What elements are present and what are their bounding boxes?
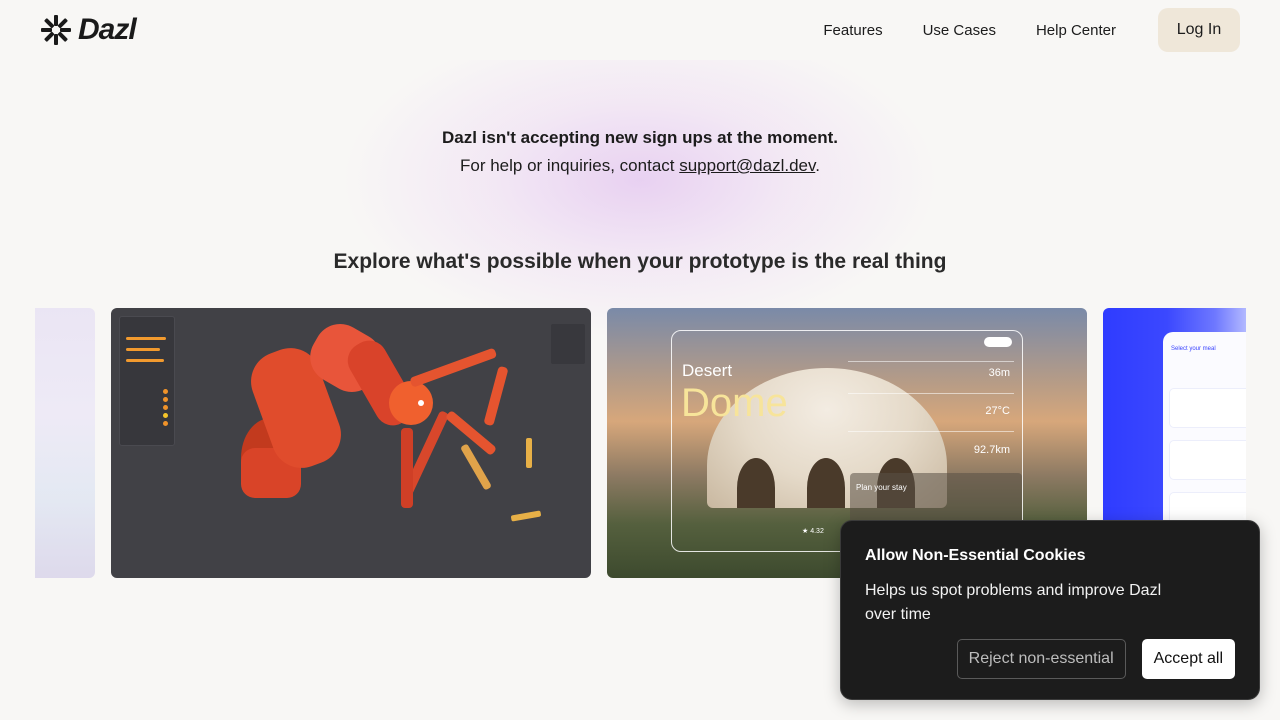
cookie-actions: Reject non-essential Accept all <box>956 639 1235 679</box>
nav-use-cases[interactable]: Use Cases <box>923 22 996 39</box>
cookie-title: Allow Non-Essential Cookies <box>865 547 1086 564</box>
accept-cookies-button[interactable]: Accept all <box>1141 639 1235 679</box>
cookie-description: Helps us spot problems and improve Dazl … <box>865 582 1162 623</box>
color-swatch <box>163 421 168 426</box>
robot-arm-illustration <box>241 324 541 522</box>
robot-side-panel <box>551 324 585 364</box>
control-slider <box>126 337 166 340</box>
background-glow <box>340 20 940 340</box>
login-button[interactable]: Log In <box>1158 8 1240 52</box>
stat-divider <box>848 393 1014 394</box>
desert-site-frame: Desert Dome 36m 27°C 92.7km Plan your st… <box>671 330 1023 552</box>
reject-cookies-button[interactable]: Reject non-essential <box>956 639 1126 679</box>
notice-suffix: . <box>815 156 820 175</box>
rating-badge: ★ 4.32 <box>802 528 824 535</box>
showcase-card-robot-arm[interactable] <box>111 308 591 578</box>
main-nav: Features Use Cases Help Center Log In <box>783 8 1240 52</box>
meal-item <box>1169 388 1246 428</box>
color-swatch <box>163 413 168 418</box>
top-header: Dazl Features Use Cases Help Center Log … <box>0 0 1280 60</box>
meal-item <box>1169 440 1246 480</box>
control-slider <box>126 359 164 362</box>
notice-prefix: For help or inquiries, contact <box>460 156 680 175</box>
desert-title-line2: Dome <box>681 381 788 425</box>
robot-controls-panel <box>119 316 175 446</box>
dazl-logo-icon <box>41 15 71 45</box>
desert-title-line1: Desert <box>682 361 733 380</box>
notice-subtext: For help or inquiries, contact support@d… <box>0 152 1280 180</box>
nav-help-center[interactable]: Help Center <box>1036 22 1116 39</box>
brand-name: Dazl <box>78 13 137 46</box>
stat-divider <box>848 431 1014 432</box>
meal-app-title: Select your meal <box>1171 346 1216 352</box>
plan-title: Plan your stay <box>856 483 907 492</box>
stat-distance: 92.7km <box>973 444 1010 456</box>
color-swatch <box>163 405 168 410</box>
stat-temperature: 27°C <box>985 405 1010 417</box>
stat-divider <box>848 361 1014 362</box>
color-swatch <box>163 389 168 394</box>
color-swatch <box>163 397 168 402</box>
control-slider <box>126 348 160 351</box>
stat-altitude: 36m <box>988 367 1010 379</box>
explore-heading: Explore what's possible when your protot… <box>333 250 947 273</box>
nav-features[interactable]: Features <box>823 22 882 39</box>
logo-link[interactable]: Dazl <box>40 13 137 47</box>
support-email-link[interactable]: support@dazl.dev <box>679 156 815 175</box>
notice-title: Dazl isn't accepting new sign ups at the… <box>441 128 839 147</box>
signup-notice: Dazl isn't accepting new sign ups at the… <box>0 126 1280 180</box>
cookie-banner: Allow Non-Essential Cookies Helps us spo… <box>840 520 1260 700</box>
book-now-pill <box>984 337 1012 347</box>
plan-your-stay-card: Plan your stay <box>850 473 1022 525</box>
showcase-card-partial-left[interactable] <box>35 308 95 578</box>
